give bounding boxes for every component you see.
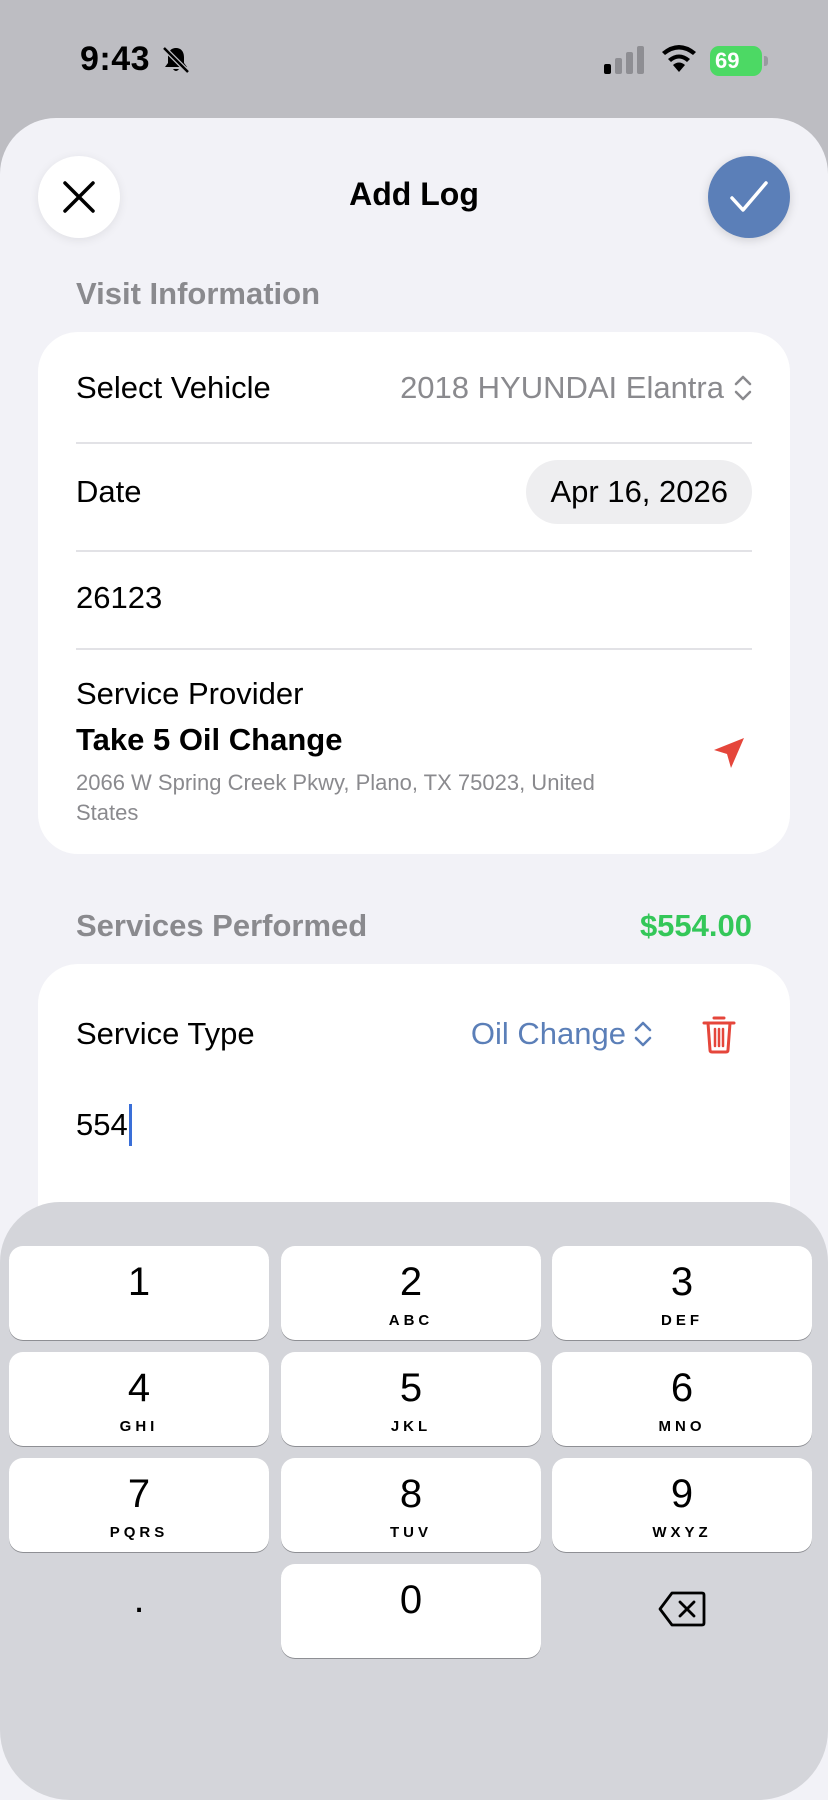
wifi-icon — [662, 45, 696, 72]
key-decimal[interactable]: . — [9, 1564, 269, 1658]
key-number: 2 — [399, 1260, 423, 1304]
visit-section-title: Visit Information — [76, 276, 321, 311]
services-section-title: Services Performed — [76, 908, 368, 943]
key-letters: MNO — [658, 1418, 706, 1435]
services-total: $554.00 — [639, 908, 752, 943]
key-2[interactable]: 2 ABC — [281, 1246, 541, 1340]
key-letters: WXYZ — [652, 1524, 712, 1541]
vehicle-row[interactable]: Select Vehicle 2018 HYUNDAI Elantra — [76, 360, 752, 420]
key-3[interactable]: 3 DEF — [552, 1246, 812, 1340]
service-type-label: Service Type — [76, 1016, 255, 1051]
status-bar: 9:43 69 — [0, 0, 828, 118]
text-cursor — [128, 1104, 132, 1146]
battery-icon: 69 — [710, 46, 768, 76]
key-5[interactable]: 5 JKL — [281, 1352, 541, 1446]
key-number: 5 — [399, 1366, 423, 1410]
key-9[interactable]: 9 WXYZ — [552, 1458, 812, 1552]
date-row: Date Apr 16, 2026 — [76, 460, 752, 524]
vehicle-value: 2018 HYUNDAI Elantra — [400, 370, 724, 405]
key-number: 8 — [399, 1472, 423, 1516]
key-number: 1 — [127, 1260, 151, 1304]
delete-key[interactable] — [552, 1564, 812, 1658]
location-arrow-icon[interactable] — [712, 736, 746, 770]
service-type-picker[interactable]: Oil Change — [471, 1016, 652, 1052]
key-letters: GHI — [119, 1418, 159, 1435]
key-1[interactable]: 1 — [9, 1246, 269, 1340]
delete-backspace-icon — [658, 1591, 706, 1627]
key-letters: DEF — [661, 1312, 703, 1329]
key-number: 0 — [399, 1578, 423, 1622]
mileage-field[interactable]: 26123 — [76, 580, 162, 616]
checkmark-icon — [730, 181, 768, 212]
date-label: Date — [76, 474, 142, 509]
amount-value: 554 — [76, 1107, 128, 1142]
chevron-updown-icon — [634, 1021, 652, 1047]
divider — [76, 442, 752, 444]
key-6[interactable]: 6 MNO — [552, 1352, 812, 1446]
key-number: 6 — [670, 1366, 694, 1410]
visit-info-card: Select Vehicle 2018 HYUNDAI Elantra Date… — [38, 332, 790, 854]
provider-name: Take 5 Oil Change — [76, 722, 343, 757]
key-4[interactable]: 4 GHI — [9, 1352, 269, 1446]
key-number: 4 — [127, 1366, 151, 1410]
provider-label: Service Provider — [76, 676, 304, 711]
page-title: Add Log — [349, 176, 479, 212]
key-letters: PQRS — [109, 1524, 169, 1541]
key-letters: TUV — [390, 1524, 432, 1541]
key-letters: JKL — [390, 1418, 432, 1435]
numeric-keypad: 1 2 ABC 3 DEF 4 GHI 5 JKL 6 MNO 7 PQRS 8… — [0, 1202, 828, 1800]
key-8[interactable]: 8 TUV — [281, 1458, 541, 1552]
trash-icon[interactable] — [702, 1014, 736, 1054]
date-picker[interactable]: Apr 16, 2026 — [526, 460, 752, 524]
amount-row[interactable]: 554 — [76, 1096, 752, 1156]
key-letters: ABC — [388, 1312, 434, 1329]
status-time: 9:43 — [80, 40, 151, 78]
service-type-value: Oil Change — [470, 1016, 626, 1051]
chevron-updown-icon — [734, 375, 752, 401]
provider-address: 2066 W Spring Creek Pkwy, Plano, TX 7502… — [76, 770, 595, 825]
service-provider-row[interactable]: Service Provider Take 5 Oil Change 2066 … — [76, 666, 752, 836]
service-type-row: Service Type Oil Change — [76, 1004, 752, 1064]
cellular-signal-icon — [604, 46, 644, 74]
amount-field[interactable]: 554 — [76, 1104, 132, 1146]
key-number: 9 — [670, 1472, 694, 1516]
key-0[interactable]: 0 — [281, 1564, 541, 1658]
vehicle-label: Select Vehicle — [76, 370, 271, 405]
divider — [76, 550, 752, 552]
divider — [76, 648, 752, 650]
key-number: 7 — [127, 1472, 151, 1516]
mileage-row[interactable]: 26123 — [76, 568, 752, 628]
key-number: 3 — [670, 1260, 694, 1304]
battery-level: 69 — [710, 46, 762, 76]
key-7[interactable]: 7 PQRS — [9, 1458, 269, 1552]
bell-slash-icon — [162, 46, 190, 74]
vehicle-picker[interactable]: 2018 HYUNDAI Elantra — [400, 370, 752, 406]
save-button[interactable] — [708, 156, 790, 238]
